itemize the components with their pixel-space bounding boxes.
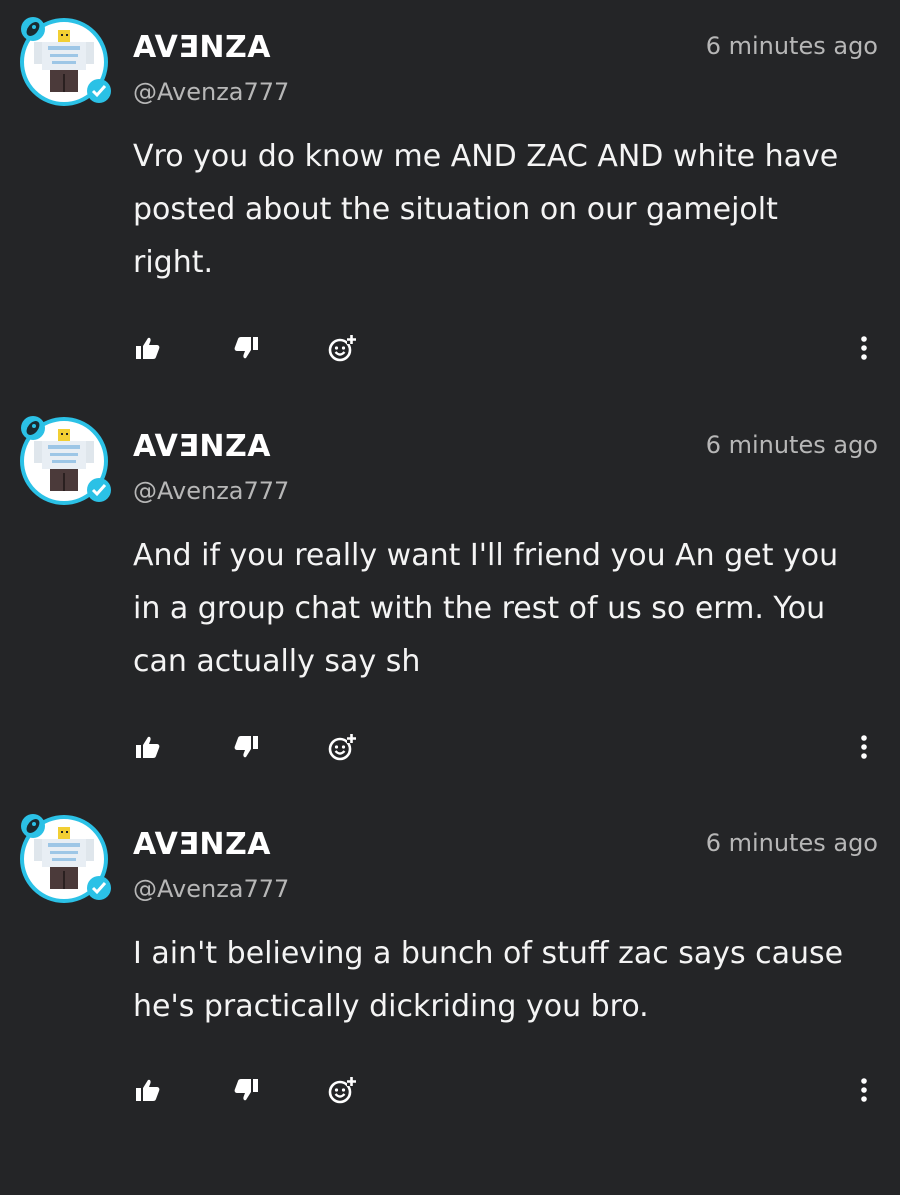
user-handle[interactable]: @Avenza777 <box>133 78 289 106</box>
username[interactable]: AVƎNZA <box>133 827 271 862</box>
verified-badge-icon <box>87 79 111 103</box>
thumbs-up-icon <box>136 337 160 359</box>
add-reaction-icon <box>328 1077 356 1104</box>
rocket-badge-icon <box>21 416 45 440</box>
more-vertical-icon <box>861 735 867 759</box>
user-handle[interactable]: @Avenza777 <box>133 477 289 505</box>
avatar[interactable] <box>20 17 111 106</box>
add-reaction-icon <box>328 335 356 362</box>
comment-text: I ain't believing a bunch of stuff zac s… <box>133 936 844 1024</box>
add-reaction-button[interactable] <box>327 330 357 366</box>
verified-badge-icon <box>87 876 111 900</box>
thumbs-up-icon <box>136 736 160 758</box>
comment-text: And if you really want I'll friend you A… <box>133 538 839 679</box>
timestamp[interactable]: 6 minutes ago <box>706 32 878 60</box>
timestamp[interactable]: 6 minutes ago <box>706 431 878 459</box>
comment-actions <box>133 1072 878 1108</box>
avatar[interactable] <box>20 814 111 903</box>
verified-badge-icon <box>87 478 111 502</box>
comment: AVƎNZA @Avenza777 6 minutes ago I ain't … <box>0 797 900 1195</box>
add-reaction-button[interactable] <box>327 1072 357 1108</box>
like-button[interactable] <box>133 330 163 366</box>
comment-actions <box>133 729 878 765</box>
dislike-button[interactable] <box>231 1072 261 1108</box>
add-reaction-icon <box>328 734 356 761</box>
like-button[interactable] <box>133 729 163 765</box>
more-options-button[interactable] <box>849 330 879 366</box>
comment-actions <box>133 330 878 366</box>
thumbs-up-icon <box>136 1079 160 1101</box>
dislike-button[interactable] <box>231 330 261 366</box>
thumbs-down-icon <box>234 736 258 758</box>
thumbs-down-icon <box>234 1079 258 1101</box>
more-options-button[interactable] <box>849 1072 879 1108</box>
comment: AVƎNZA @Avenza777 6 minutes ago Vro you … <box>0 0 900 398</box>
username[interactable]: AVƎNZA <box>133 429 271 464</box>
timestamp[interactable]: 6 minutes ago <box>706 829 878 857</box>
user-handle[interactable]: @Avenza777 <box>133 875 289 903</box>
more-vertical-icon <box>861 1078 867 1102</box>
comment: AVƎNZA @Avenza777 6 minutes ago And if y… <box>0 399 900 797</box>
rocket-badge-icon <box>21 17 45 41</box>
more-vertical-icon <box>861 336 867 360</box>
dislike-button[interactable] <box>231 729 261 765</box>
add-reaction-button[interactable] <box>327 729 357 765</box>
username[interactable]: AVƎNZA <box>133 30 271 65</box>
rocket-badge-icon <box>21 814 45 838</box>
avatar[interactable] <box>20 416 111 505</box>
more-options-button[interactable] <box>849 729 879 765</box>
like-button[interactable] <box>133 1072 163 1108</box>
thumbs-down-icon <box>234 337 258 359</box>
comment-text: Vro you do know me AND ZAC AND white hav… <box>133 139 839 280</box>
